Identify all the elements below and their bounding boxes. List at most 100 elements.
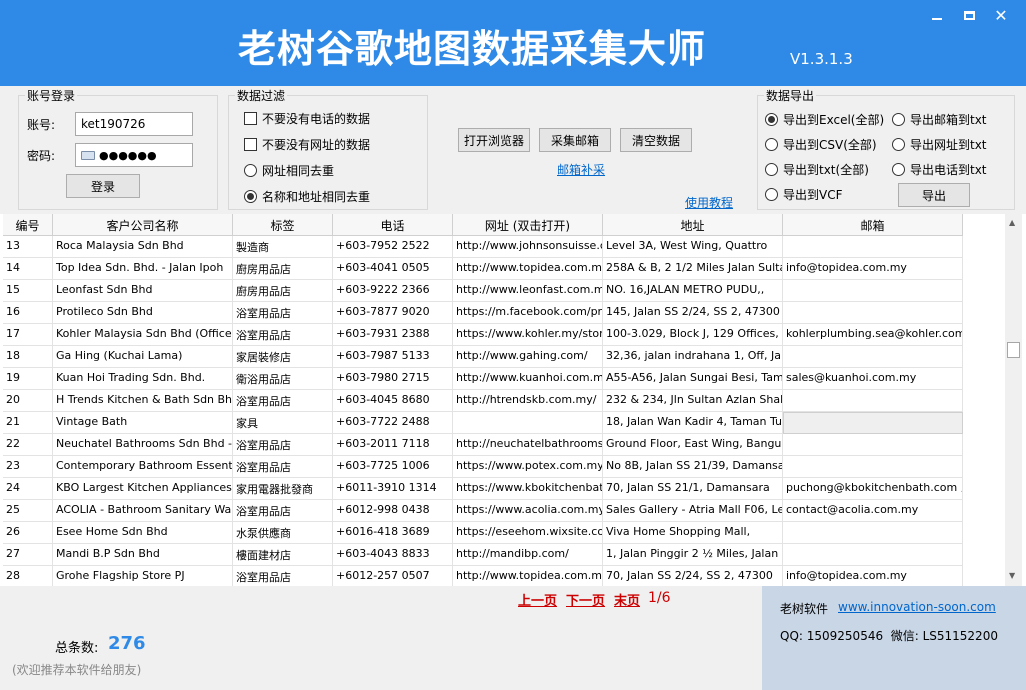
data-table[interactable]: 编号 客户公司名称 标签 电话 网址 (双击打开) 地址 邮箱 13 Roca Malaysi… [3,214,1005,586]
header-col-tag[interactable]: 标签 [233,214,333,236]
cell-col-address[interactable]: Ground Floor, East Wing, Bangunan [603,434,783,456]
header-col-id[interactable]: 编号 [3,214,53,236]
cell-col-tag[interactable]: 浴室用品店 [233,566,333,586]
account-input[interactable]: ket190726 [75,112,193,136]
email-supplement-link[interactable]: 邮箱补采 [557,161,605,178]
cell-col-address[interactable]: 258A & B, 2 1/2 Miles Jalan Sultan [603,258,783,280]
cell-col-address[interactable]: 32,36, jalan indrahana 1, Off, Jalan [603,346,783,368]
table-row[interactable]: 13 Roca Malaysia Sdn Bhd 製造商 +603-7952 2522… [3,236,963,258]
cell-col-company[interactable]: Vintage Bath [53,412,233,434]
cell-col-tag[interactable]: 製造商 [233,236,333,258]
cell-col-website[interactable]: https://eseehom.wixsite.com/ [453,522,603,544]
export-txt-radio[interactable]: 导出到txt(全部) [765,161,869,178]
cell-col-phone[interactable]: +603-2011 7118 [333,434,453,456]
cell-col-tag[interactable]: 浴室用品店 [233,324,333,346]
cell-col-email[interactable] [783,346,963,368]
cell-col-company[interactable]: Protileco Sdn Bhd [53,302,233,324]
cell-col-address[interactable]: Viva Home Shopping Mall, [603,522,783,544]
collect-email-button[interactable]: 采集邮箱 [539,128,611,152]
cell-col-phone[interactable]: +603-7877 9020 [333,302,453,324]
website-link[interactable]: www.innovation-soon.com [838,600,996,614]
cell-col-website[interactable]: https://www.acolia.com.my/ [453,500,603,522]
table-row[interactable]: 19 Kuan Hoi Trading Sdn. Bhd. 衛浴用品店 +603-79… [3,368,963,390]
next-page-link[interactable]: 下一页 [566,590,605,609]
cell-col-email[interactable]: info@topidea.com.my [783,566,963,586]
cell-col-id[interactable]: 16 [3,302,53,324]
cell-col-website[interactable] [453,412,603,434]
cell-col-id[interactable]: 27 [3,544,53,566]
table-row[interactable]: 26 Esee Home Sdn Bhd 水泵供應商 +6016-418 3689 ht… [3,522,963,544]
cell-col-email[interactable]: info@topidea.com.my [783,258,963,280]
cell-col-website[interactable]: http://www.topidea.com.my/ [453,566,603,586]
export-csv-radio[interactable]: 导出到CSV(全部) [765,136,877,153]
cell-col-tag[interactable]: 浴室用品店 [233,500,333,522]
minimize-button[interactable] [922,4,952,26]
cell-col-phone[interactable]: +603-7987 5133 [333,346,453,368]
cell-col-tag[interactable]: 家具 [233,412,333,434]
cell-col-tag[interactable]: 浴室用品店 [233,456,333,478]
cell-col-email[interactable] [783,522,963,544]
cell-col-id[interactable]: 22 [3,434,53,456]
cell-col-id[interactable]: 15 [3,280,53,302]
cell-col-id[interactable]: 24 [3,478,53,500]
cell-col-address[interactable]: 18, Jalan Wan Kadir 4, Taman Tun [603,412,783,434]
table-row[interactable]: 22 Neuchatel Bathrooms Sdn Bhd - 浴室用品店 +603… [3,434,963,456]
cell-col-id[interactable]: 19 [3,368,53,390]
clear-data-button[interactable]: 清空数据 [620,128,692,152]
scroll-down-icon[interactable]: ▼ [1009,571,1015,580]
cell-col-phone[interactable]: +603-4041 0505 [333,258,453,280]
cell-col-company[interactable]: Contemporary Bathroom Essentials [53,456,233,478]
cell-col-company[interactable]: Kuan Hoi Trading Sdn. Bhd. [53,368,233,390]
cell-col-phone[interactable]: +6012-998 0438 [333,500,453,522]
cell-col-phone[interactable]: +603-9222 2366 [333,280,453,302]
table-row[interactable]: 25 ACOLIA - Bathroom Sanitary Ware | 浴室用品店… [3,500,963,522]
table-row[interactable]: 23 Contemporary Bathroom Essentials 浴室用品店 +… [3,456,963,478]
header-col-email[interactable]: 邮箱 [783,214,963,236]
cell-col-website[interactable]: http://www.johnsonsuisse.co [453,236,603,258]
cell-col-website[interactable]: http://neuchatelbathrooms.c [453,434,603,456]
dedupe-name-address-radio[interactable]: 名称和地址相同去重 [244,188,370,205]
table-row[interactable]: 15 Leonfast Sdn Bhd 廚房用品店 +603-9222 2366 htt… [3,280,963,302]
cell-col-id[interactable]: 28 [3,566,53,586]
login-button[interactable]: 登录 [66,174,140,198]
cell-col-company[interactable]: Grohe Flagship Store PJ [53,566,233,586]
tutorial-link[interactable]: 使用教程 [685,194,733,211]
cell-col-tag[interactable]: 家用電器批發商 [233,478,333,500]
cell-col-email[interactable]: sales@kuanhoi.com.my [783,368,963,390]
cell-col-id[interactable]: 25 [3,500,53,522]
cell-col-tag[interactable]: 浴室用品店 [233,302,333,324]
export-vcf-radio[interactable]: 导出到VCF [765,186,843,203]
table-row[interactable]: 16 Protileco Sdn Bhd 浴室用品店 +603-7877 9020 ht… [3,302,963,324]
cell-col-phone[interactable]: +603-7980 2715 [333,368,453,390]
cell-col-website[interactable]: http://mandibp.com/ [453,544,603,566]
cell-col-website[interactable]: http://www.leonfast.com.my/ [453,280,603,302]
cell-col-address[interactable]: 70, Jalan SS 2/24, SS 2, 47300 [603,566,783,586]
dedupe-website-radio[interactable]: 网址相同去重 [244,162,334,179]
table-row[interactable]: 24 KBO Largest Kitchen Appliances & 家用電器批發… [3,478,963,500]
maximize-button[interactable] [954,4,984,26]
cell-col-phone[interactable]: +603-7725 1006 [333,456,453,478]
cell-col-tag[interactable]: 廚房用品店 [233,258,333,280]
cell-col-id[interactable]: 23 [3,456,53,478]
cell-col-address[interactable]: 232 & 234, Jln Sultan Azlan Shah, [603,390,783,412]
cell-col-address[interactable]: A55-A56, Jalan Sungai Besi, Taman [603,368,783,390]
table-row[interactable]: 18 Ga Hing (Kuchai Lama) 家居裝修店 +603-7987 51… [3,346,963,368]
cell-col-website[interactable]: http://htrendskb.com.my/ [453,390,603,412]
table-row[interactable]: 27 Mandi B.P Sdn Bhd 樓面建材店 +603-4043 8833 ht… [3,544,963,566]
cell-col-email[interactable] [783,280,963,302]
cell-col-email[interactable] [783,544,963,566]
cell-col-id[interactable]: 17 [3,324,53,346]
cell-col-id[interactable]: 18 [3,346,53,368]
cell-col-phone[interactable]: +6011-3910 1314 [333,478,453,500]
export-button[interactable]: 导出 [898,183,970,207]
header-col-address[interactable]: 地址 [603,214,783,236]
table-row[interactable]: 20 H Trends Kitchen & Bath Sdn Bhd 浴室用品店 +6… [3,390,963,412]
cell-col-address[interactable]: 145, Jalan SS 2/24, SS 2, 47300 [603,302,783,324]
cell-col-email[interactable] [783,302,963,324]
cell-col-tag[interactable]: 浴室用品店 [233,434,333,456]
last-page-link[interactable]: 末页 [614,590,640,609]
cell-col-address[interactable]: 1, Jalan Pinggir 2 ½ Miles, Jalan [603,544,783,566]
cell-col-address[interactable]: 70, Jalan SS 21/1, Damansara [603,478,783,500]
cell-col-id[interactable]: 14 [3,258,53,280]
cell-col-company[interactable]: H Trends Kitchen & Bath Sdn Bhd [53,390,233,412]
